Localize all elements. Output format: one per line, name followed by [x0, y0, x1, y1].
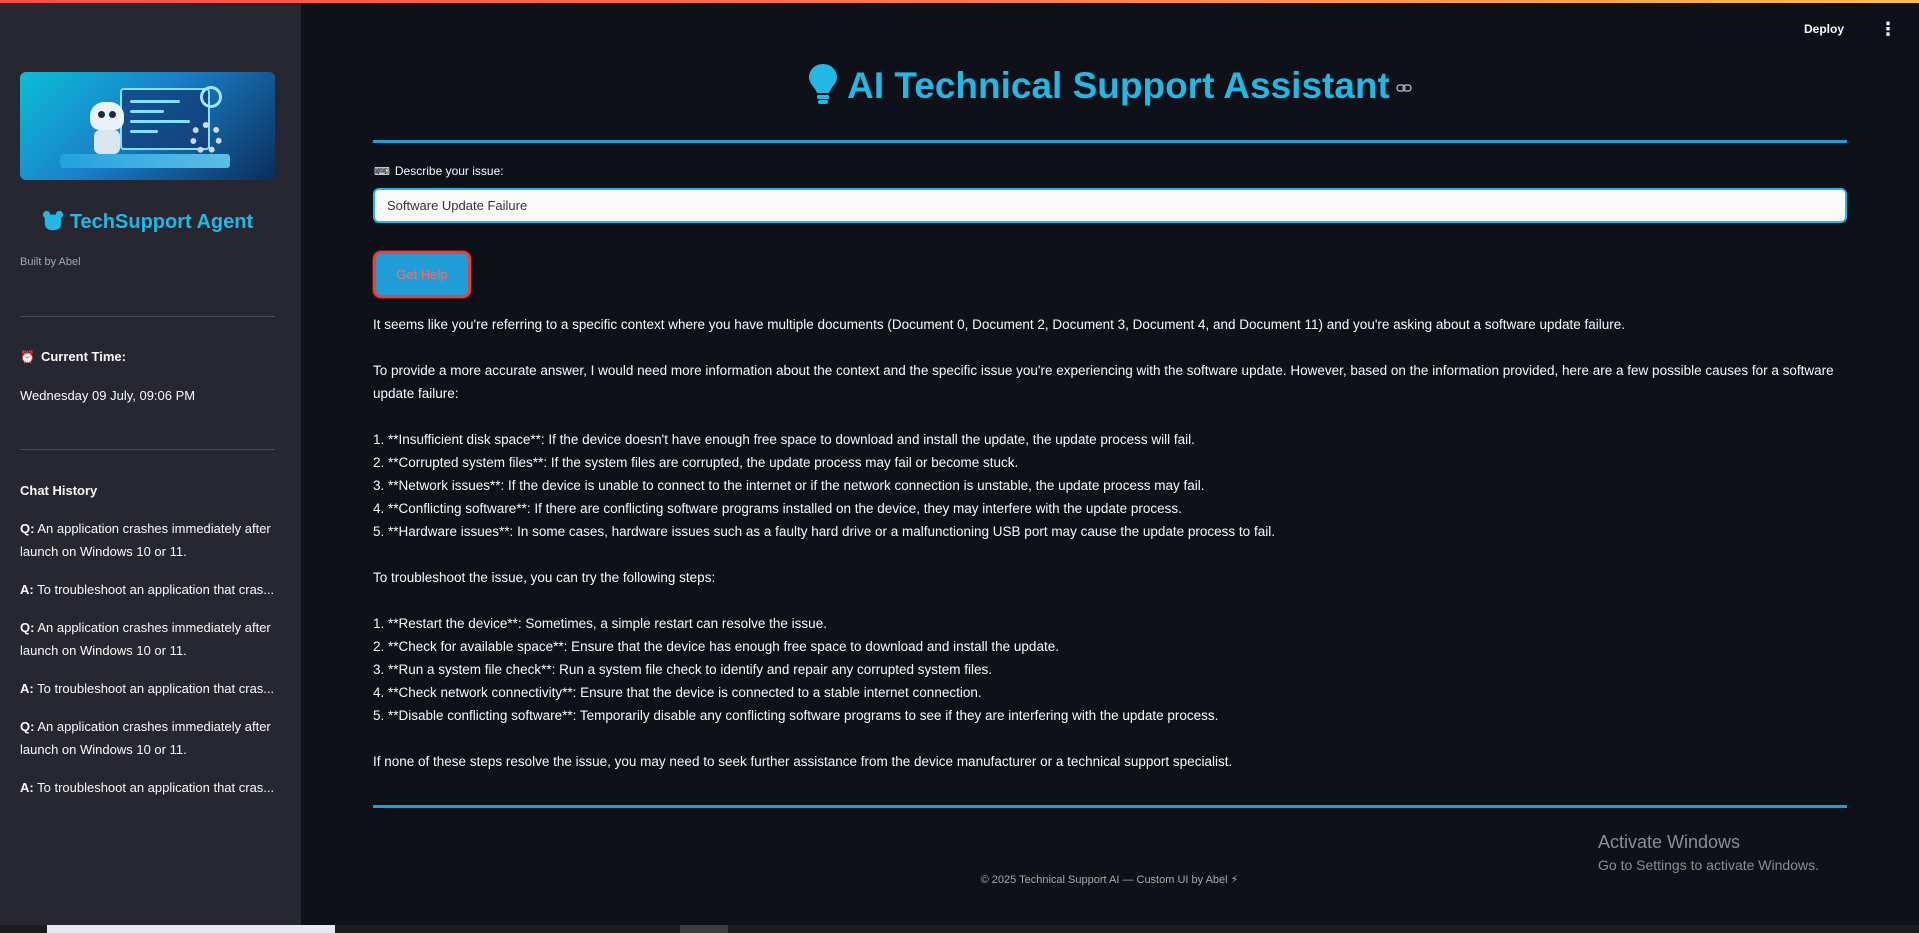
agent-title-text: TechSupport Agent — [69, 211, 254, 233]
answer-closing: If none of these steps resolve the issue… — [373, 754, 1233, 769]
sidebar-banner-image — [20, 72, 275, 180]
answer-panel: It seems like you're referring to a spec… — [373, 313, 1847, 796]
list-item: 1. **Insufficient disk space**: If the d… — [373, 432, 1195, 447]
current-time-value: Wednesday 09 July, 09:06 PM — [20, 388, 196, 403]
activate-windows-watermark: Activate Windows Go to Settings to activ… — [1598, 832, 1819, 873]
footer-divider — [373, 805, 1847, 808]
taskbar — [0, 925, 1919, 933]
taskbar-app[interactable] — [680, 925, 728, 933]
sidebar-divider — [20, 316, 275, 317]
built-by-caption: Built by Abel — [20, 256, 81, 268]
steps-intro: To troubleshoot the issue, you can try t… — [373, 570, 716, 585]
list-item: 5. **Disable conflicting software**: Tem… — [373, 708, 1219, 723]
current-time-label: ⏰ Current Time: — [20, 349, 126, 364]
chat-history-item: Q: An application crashes immediately af… — [20, 521, 271, 559]
sidebar: TechSupport Agent Built by Abel ⏰ Current… — [0, 0, 301, 925]
get-help-button[interactable]: Get Help — [373, 251, 471, 298]
list-item: 4. **Check network connectivity**: Ensur… — [373, 685, 982, 700]
steps-list: 1. **Restart the device**: Sometimes, a … — [373, 612, 1847, 727]
sidebar-divider — [20, 449, 275, 450]
page-title: AI Technical Support Assistant — [300, 62, 1919, 107]
alarm-clock-icon: ⏰ — [20, 350, 35, 364]
causes-list: 1. **Insufficient disk space**: If the d… — [373, 428, 1847, 543]
list-item: 4. **Conflicting software**: If there ar… — [373, 501, 1182, 516]
list-item: 2. **Check for available space**: Ensure… — [373, 639, 1059, 654]
answer-context: To provide a more accurate answer, I wou… — [373, 363, 1834, 401]
list-item: 1. **Restart the device**: Sometimes, a … — [373, 616, 827, 631]
chat-history-list: Q: An application crashes immediately af… — [20, 517, 275, 814]
keyboard-icon: ⌨ — [374, 166, 390, 178]
chat-history-item: Q: An application crashes immediately af… — [20, 719, 271, 757]
chat-history-item: Q: An application crashes immediately af… — [20, 620, 271, 658]
list-item: 3. **Run a system file check**: Run a sy… — [373, 662, 993, 677]
more-options-icon[interactable]: ⋮ — [1879, 20, 1897, 42]
list-item: 2. **Corrupted system files**: If the sy… — [373, 455, 1019, 470]
lightbulb-icon — [809, 64, 838, 104]
chat-history-item: A: To troubleshoot an application that c… — [20, 780, 275, 795]
footer-text: © 2025 Technical Support AI — Custom UI … — [980, 874, 1239, 886]
top-decoration-bar — [0, 0, 1919, 3]
deploy-button[interactable]: Deploy — [1804, 22, 1844, 36]
anchor-link-icon[interactable] — [1396, 80, 1412, 96]
chat-history-item: A: To troubleshoot an application that c… — [20, 681, 275, 696]
list-item: 5. **Hardware issues**: In some cases, h… — [373, 524, 1275, 539]
list-item: 3. **Network issues**: If the device is … — [373, 478, 1205, 493]
taskbar-search[interactable] — [47, 925, 335, 933]
issue-input[interactable] — [373, 188, 1847, 223]
page-title-text: AI Technical Support Assistant — [847, 65, 1390, 106]
chat-history-item: A: To troubleshoot an application that c… — [20, 582, 275, 597]
issue-field-label: ⌨ Describe your issue: — [374, 164, 504, 178]
title-divider — [373, 140, 1847, 143]
answer-intro: It seems like you're referring to a spec… — [373, 317, 1626, 332]
chat-history-title: Chat History — [20, 483, 98, 498]
bear-icon — [42, 210, 63, 231]
agent-title: TechSupport Agent — [20, 210, 275, 234]
